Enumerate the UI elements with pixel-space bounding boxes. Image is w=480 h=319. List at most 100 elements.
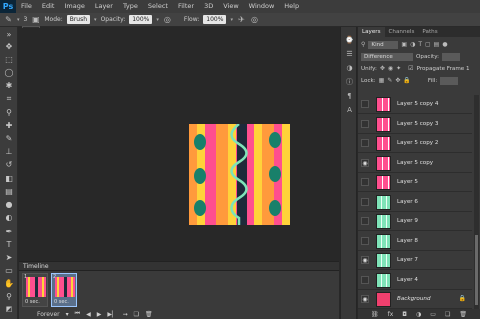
- menu-edit[interactable]: Edit: [37, 0, 60, 13]
- paragraph-icon[interactable]: ¶: [344, 91, 355, 101]
- frame-delay[interactable]: 0 sec.: [25, 299, 40, 305]
- eye-icon[interactable]: [361, 275, 369, 284]
- eye-icon[interactable]: [361, 197, 369, 206]
- timeline-tab[interactable]: Timeline: [19, 262, 339, 271]
- eye-icon[interactable]: [361, 178, 369, 186]
- chevron-down-icon[interactable]: ▾: [66, 311, 69, 318]
- timeline-frame-2[interactable]: 2 0 sec.: [51, 273, 77, 307]
- mode-dropdown-icon[interactable]: ▾: [94, 17, 97, 23]
- mode-select[interactable]: Brush: [66, 15, 91, 24]
- zoom-tool-icon[interactable]: ⚲: [3, 291, 15, 302]
- eye-icon[interactable]: [361, 119, 369, 128]
- brush-tool-icon[interactable]: ✎: [3, 133, 15, 144]
- delete-layer-icon[interactable]: 🗑: [459, 311, 467, 318]
- clone-stamp-tool-icon[interactable]: ⊥: [3, 146, 15, 157]
- blur-tool-icon[interactable]: ●: [3, 199, 15, 210]
- eye-icon[interactable]: [361, 100, 369, 108]
- eye-icon[interactable]: [361, 217, 369, 225]
- prev-frame-icon[interactable]: ◀: [86, 311, 91, 318]
- layer-row[interactable]: Layer 5 copy 3: [358, 114, 472, 134]
- marquee-tool-icon[interactable]: ⬚: [3, 54, 15, 65]
- brush-tool-icon[interactable]: ✎: [4, 15, 13, 24]
- eye-icon[interactable]: ◉: [361, 256, 369, 264]
- lock-pixels-icon[interactable]: ✎: [387, 77, 392, 84]
- menu-image[interactable]: Image: [59, 0, 89, 13]
- info-icon[interactable]: ⓘ: [344, 77, 355, 87]
- adjustments-icon[interactable]: ◑: [344, 63, 355, 73]
- menu-view[interactable]: View: [218, 0, 243, 13]
- properties-icon[interactable]: ☰: [344, 49, 355, 59]
- layer-style-icon[interactable]: fx: [388, 311, 394, 318]
- layer-row[interactable]: Layer 5: [358, 173, 472, 192]
- history-brush-tool-icon[interactable]: ↺: [3, 159, 15, 170]
- new-group-icon[interactable]: ▭: [430, 311, 436, 318]
- filter-kind-select[interactable]: Kind: [368, 40, 399, 49]
- pressure-opacity-icon[interactable]: ◎: [163, 15, 172, 24]
- unify-style-icon[interactable]: ✦: [396, 65, 401, 72]
- layer-row[interactable]: ◉ Layer 7: [358, 251, 472, 270]
- tween-icon[interactable]: ⇝: [123, 311, 128, 318]
- menu-3d[interactable]: 3D: [199, 0, 218, 13]
- pressure-size-icon[interactable]: ◎: [250, 15, 259, 24]
- shape-tool-icon[interactable]: ▭: [3, 265, 15, 276]
- quick-select-tool-icon[interactable]: ✱: [3, 80, 15, 91]
- menu-window[interactable]: Window: [244, 0, 280, 13]
- tab-layers[interactable]: Layers: [358, 27, 385, 37]
- canvas-area[interactable]: [19, 28, 339, 258]
- blend-mode-select[interactable]: Difference: [361, 52, 413, 61]
- filter-pixel-icon[interactable]: ▣: [401, 41, 407, 48]
- first-frame-icon[interactable]: ⏮: [75, 310, 80, 318]
- filter-type-icon[interactable]: T: [418, 41, 422, 48]
- menu-file[interactable]: File: [16, 0, 37, 13]
- menu-select[interactable]: Select: [143, 0, 173, 13]
- opacity-input[interactable]: 100%: [129, 15, 153, 24]
- loop-select[interactable]: Forever: [37, 311, 60, 318]
- type-tool-icon[interactable]: T: [3, 239, 15, 250]
- timeline-frame-1[interactable]: 1 0 sec.: [22, 273, 48, 307]
- layer-row[interactable]: Layer 4: [358, 270, 472, 290]
- propagate-checkbox[interactable]: ☑: [408, 65, 413, 72]
- eye-icon[interactable]: [361, 236, 369, 245]
- menu-layer[interactable]: Layer: [90, 0, 118, 13]
- color-swatches-icon[interactable]: ◩: [3, 304, 15, 315]
- layer-row[interactable]: Layer 9: [358, 212, 472, 231]
- opacity-dropdown-icon[interactable]: ▾: [156, 17, 159, 23]
- next-frame-icon[interactable]: ▶▏: [107, 311, 116, 318]
- frame-delay[interactable]: 0 sec.: [54, 299, 69, 305]
- pen-tool-icon[interactable]: ✒: [3, 226, 15, 237]
- history-icon[interactable]: ⌚: [344, 35, 355, 45]
- unify-position-icon[interactable]: ✥: [380, 65, 385, 72]
- gradient-tool-icon[interactable]: ▤: [3, 186, 15, 197]
- layer-row[interactable]: ◉ Layer 5 copy: [358, 153, 472, 173]
- hand-tool-icon[interactable]: ✋: [3, 278, 15, 289]
- delete-frame-icon[interactable]: 🗑: [145, 311, 153, 318]
- eye-icon[interactable]: [361, 139, 369, 147]
- filter-shape-icon[interactable]: ▢: [425, 41, 431, 48]
- layers-scrollbar[interactable]: [474, 95, 479, 310]
- brush-panel-icon[interactable]: ▣: [31, 15, 40, 24]
- layer-mask-icon[interactable]: ◘: [402, 311, 407, 318]
- filter-toggle-icon[interactable]: ●: [442, 41, 447, 48]
- artwork-canvas[interactable]: [189, 124, 290, 225]
- lasso-tool-icon[interactable]: ◯: [3, 67, 15, 78]
- menu-filter[interactable]: Filter: [173, 0, 199, 13]
- layer-fill-input[interactable]: [440, 76, 459, 85]
- eye-icon[interactable]: ◉: [361, 295, 369, 303]
- tab-paths[interactable]: Paths: [418, 27, 441, 37]
- crop-tool-icon[interactable]: ⌗: [3, 93, 15, 104]
- link-layers-icon[interactable]: ⛓: [371, 311, 379, 318]
- eyedropper-tool-icon[interactable]: ⚲: [3, 107, 15, 118]
- filter-smart-icon[interactable]: ▤: [434, 41, 440, 48]
- menu-help[interactable]: Help: [279, 0, 304, 13]
- layer-row[interactable]: Layer 8: [358, 231, 472, 251]
- adjustment-layer-icon[interactable]: ◑: [416, 311, 421, 318]
- play-icon[interactable]: ▶: [97, 311, 102, 318]
- unify-visibility-icon[interactable]: ◉: [388, 65, 393, 72]
- brush-size-value[interactable]: 3: [24, 16, 28, 23]
- lock-all-icon[interactable]: 🔒: [403, 77, 410, 84]
- lock-transparency-icon[interactable]: ▦: [379, 77, 385, 84]
- layer-row[interactable]: Layer 5 copy 2: [358, 134, 472, 153]
- dodge-tool-icon[interactable]: ◐: [3, 212, 15, 223]
- layer-row[interactable]: ◉ Background 🔒: [358, 290, 472, 309]
- airbrush-icon[interactable]: ✈: [237, 15, 246, 24]
